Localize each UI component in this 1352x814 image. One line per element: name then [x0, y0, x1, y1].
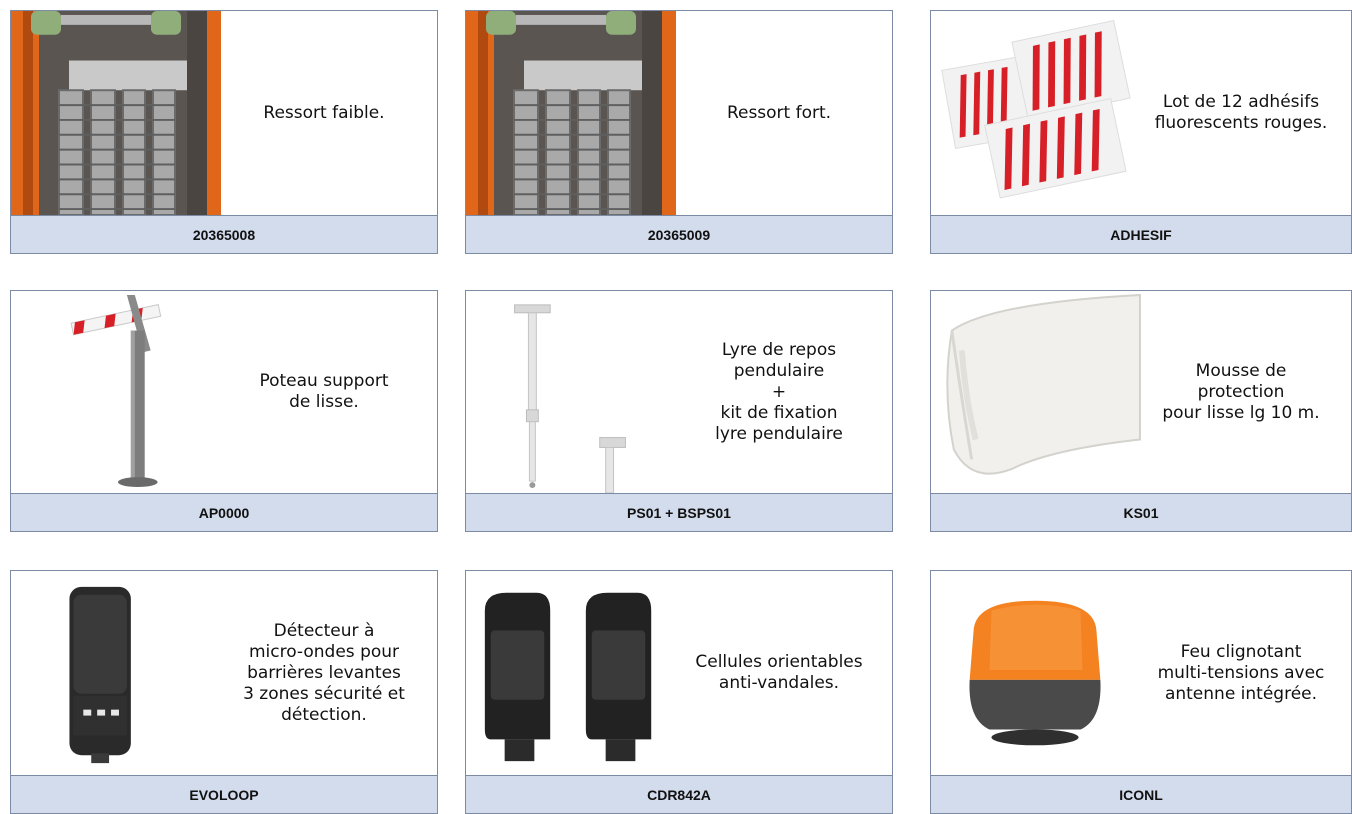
product-description: Lyre de repos pendulaire + kit de fixati…	[715, 339, 843, 444]
product-description: Lot de 12 adhésifs fluorescents rouges.	[1154, 92, 1328, 133]
product-description: Ressort faible.	[263, 102, 385, 123]
product-reference: AP0000	[11, 493, 437, 531]
product-description: Ressort fort.	[726, 102, 832, 123]
spring-strong-image	[466, 11, 676, 215]
product-reference: CDR842A	[466, 775, 892, 813]
product-description: Cellules orientables anti-vandales.	[695, 652, 863, 693]
product-reference: EVOLOOP	[11, 775, 437, 813]
photocells-image	[466, 571, 676, 775]
product-reference: 20365009	[466, 215, 892, 253]
product-card-20365008: Ressort faible. 20365008	[10, 10, 438, 254]
product-reference: ICONL	[931, 775, 1351, 813]
product-description: Feu clignotant multi-tensions avec anten…	[1157, 641, 1325, 704]
product-description: Poteau support de lisse.	[259, 371, 389, 412]
product-reference: 20365008	[11, 215, 437, 253]
product-card-iconl: Feu clignotant multi-tensions avec anten…	[930, 570, 1352, 814]
product-description: Détecteur à micro-ondes pour barrières l…	[243, 620, 405, 725]
product-reference: ADHESIF	[931, 215, 1351, 253]
product-card-ks01: Mousse de protection pour lisse lg 10 m.…	[930, 290, 1352, 532]
product-description: Mousse de protection pour lisse lg 10 m.	[1162, 360, 1320, 423]
support-post-image	[11, 291, 221, 493]
product-reference: PS01 + BSPS01	[466, 493, 892, 531]
product-card-ap0000: Poteau support de lisse. AP0000	[10, 290, 438, 532]
product-reference: KS01	[931, 493, 1351, 531]
product-card-20365009: Ressort fort. 20365009	[465, 10, 893, 254]
spring-weak-image	[11, 11, 221, 215]
product-card-cdr842a: Cellules orientables anti-vandales. CDR8…	[465, 570, 893, 814]
product-card-adhesif: Lot de 12 adhésifs fluorescents rouges. …	[930, 10, 1352, 254]
foam-protection-image	[931, 291, 1141, 493]
microwave-detector-image	[11, 571, 221, 775]
product-card-evoloop: Détecteur à micro-ondes pour barrières l…	[10, 570, 438, 814]
product-card-ps01-bsps01: Lyre de repos pendulaire + kit de fixati…	[465, 290, 893, 532]
red-stickers-image	[931, 11, 1141, 215]
flashing-light-image	[931, 571, 1141, 775]
pendulum-rest-image	[466, 291, 676, 493]
